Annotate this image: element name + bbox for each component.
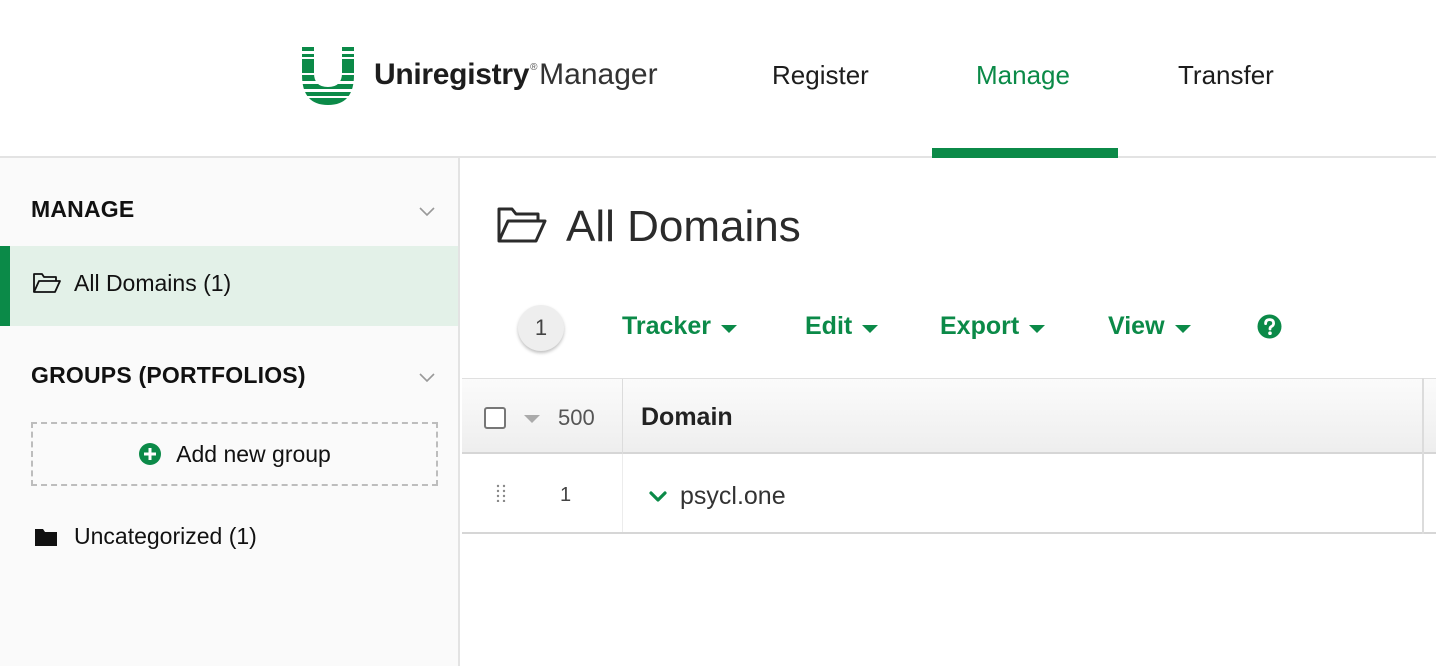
brand-subtitle: Manager (539, 58, 658, 91)
add-new-group-button[interactable]: Add new group (31, 422, 438, 486)
select-all-checkbox[interactable] (484, 407, 506, 429)
page-size-selector[interactable]: 500 (558, 405, 595, 431)
caret-down-icon[interactable] (524, 415, 540, 423)
export-label: Export (940, 312, 1020, 340)
caret-down-icon (1029, 324, 1046, 333)
brand-registered-mark: ® (530, 62, 538, 73)
export-dropdown[interactable]: Export (940, 312, 1046, 341)
chevron-down-icon[interactable] (418, 202, 436, 220)
chevron-down-icon[interactable] (648, 490, 668, 504)
page-title: All Domains (566, 202, 801, 251)
table-right-border (1422, 378, 1424, 534)
column-header-domain[interactable]: Domain (641, 403, 733, 432)
folder-open-icon (497, 207, 547, 243)
tracker-dropdown[interactable]: Tracker (622, 312, 737, 341)
column-divider (622, 379, 623, 455)
table-row[interactable]: 1 psycl.one (462, 454, 1436, 534)
domain-name-link[interactable]: psycl.one (680, 482, 786, 511)
manage-heading[interactable]: MANAGE (31, 196, 134, 223)
domain-count-badge: 1 (518, 305, 564, 351)
view-dropdown[interactable]: View (1108, 312, 1191, 341)
brand-name: Uniregistry® (374, 58, 538, 91)
drag-handle-icon[interactable] (496, 484, 506, 502)
folder-icon (35, 528, 57, 546)
caret-down-icon (1174, 324, 1191, 333)
folder-open-icon (33, 273, 61, 293)
uniregistry-logo[interactable]: Uniregistry® Manager (300, 42, 658, 108)
nav-transfer[interactable]: Transfer (1178, 60, 1274, 91)
row-index: 1 (560, 484, 572, 506)
view-label: View (1108, 312, 1165, 340)
edit-dropdown[interactable]: Edit (805, 312, 879, 341)
top-header: Uniregistry® Manager Register Manage Tra… (0, 0, 1436, 158)
nav-manage[interactable]: Manage (976, 60, 1070, 91)
tracker-label: Tracker (622, 312, 711, 340)
plus-circle-icon (139, 443, 162, 465)
caret-down-icon (862, 324, 879, 333)
sidebar: MANAGE All Domains (1) GROUPS (PORTFOLIO… (0, 158, 460, 666)
nav-register[interactable]: Register (772, 60, 869, 91)
sidebar-item-label: Uncategorized (1) (74, 523, 257, 549)
sidebar-item-all-domains[interactable]: All Domains (1) (0, 246, 458, 326)
caret-down-icon (720, 324, 737, 333)
help-circle-icon[interactable] (1257, 314, 1282, 339)
sidebar-item-label: All Domains (1) (74, 270, 232, 296)
edit-label: Edit (805, 312, 853, 340)
groups-heading[interactable]: GROUPS (PORTFOLIOS) (31, 362, 306, 389)
uniregistry-u-icon (300, 47, 356, 105)
column-divider (622, 454, 623, 532)
add-new-group-label: Add new group (176, 440, 331, 467)
active-nav-indicator (932, 148, 1118, 158)
chevron-down-icon[interactable] (418, 368, 436, 386)
sidebar-item-uncategorized[interactable]: Uncategorized (1) (34, 523, 257, 550)
table-header: 500 Domain (462, 378, 1436, 455)
